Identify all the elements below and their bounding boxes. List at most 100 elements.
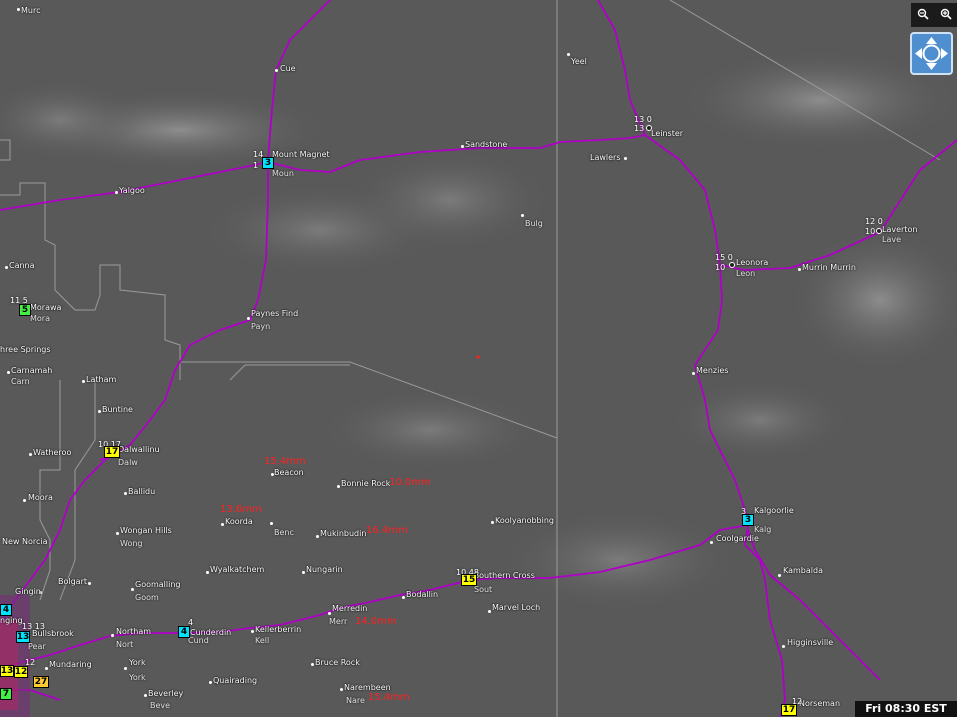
- town-label: Yalgoo: [119, 186, 145, 195]
- town-label: Murc: [21, 6, 41, 15]
- town-abbr: Goom: [135, 593, 159, 602]
- cloud-band: [350, 150, 550, 250]
- station-badge[interactable]: 3: [262, 157, 274, 169]
- town-label: Paynes Find: [251, 309, 299, 318]
- town-abbr: Mora: [30, 314, 50, 323]
- town-label: Southern Cross: [474, 571, 535, 580]
- station-badge[interactable]: 5: [19, 304, 31, 316]
- timestamp-label: Fri 08:30 EST: [855, 701, 957, 717]
- station-badge[interactable]: 15: [461, 574, 477, 586]
- town-label: Beverley: [148, 689, 184, 698]
- zoom-controls: [911, 3, 957, 27]
- town-abbr: York: [129, 673, 146, 682]
- town-abbr: Cund: [188, 636, 209, 645]
- town-label: Sandstone: [465, 140, 508, 149]
- station-badge[interactable]: 13: [16, 631, 30, 643]
- town-label: Kambalda: [783, 566, 823, 575]
- town-label: York: [129, 658, 146, 667]
- station-value: 13: [634, 124, 645, 133]
- town-label: Koolyanobbing: [495, 516, 554, 525]
- pan-arrows-icon: [915, 37, 948, 70]
- rainfall-reading: 15.4mm: [368, 692, 410, 703]
- station-value: 10: [865, 227, 876, 236]
- town-label: Goomalling: [135, 580, 181, 589]
- town-label: Canna: [9, 261, 35, 270]
- rainfall-reading: 16.4mm: [366, 525, 408, 536]
- station-marker[interactable]: [646, 125, 652, 131]
- station-badge[interactable]: 13: [0, 665, 14, 677]
- town-label: Gingin: [15, 587, 41, 596]
- station-badge[interactable]: 27: [33, 676, 49, 688]
- town-label: Marvel Loch: [492, 603, 541, 612]
- town-abbr: Wong: [120, 539, 143, 548]
- town-abbr: Bulg: [525, 219, 543, 228]
- station-marker[interactable]: [876, 228, 882, 234]
- town-label: Latham: [86, 375, 117, 384]
- town-label: Yeel: [571, 57, 587, 66]
- station-value: 15 0: [715, 253, 733, 262]
- station-value: 13 0: [634, 115, 652, 124]
- town-abbr: Leon: [736, 269, 756, 278]
- station-badge[interactable]: 4: [0, 604, 12, 616]
- town-label: Leinster: [651, 129, 684, 138]
- station-badge[interactable]: 3: [742, 514, 754, 526]
- town-label: hree Springs: [0, 345, 51, 354]
- zoom-in-icon[interactable]: [940, 8, 952, 23]
- town-label: Kellerberrin: [255, 625, 302, 634]
- station-badge[interactable]: 7: [0, 688, 12, 700]
- town-abbr: Nort: [116, 640, 134, 649]
- cloud-band: [670, 380, 850, 460]
- town-label: Leonora: [736, 258, 769, 267]
- town-label: Northam: [116, 627, 152, 636]
- marker-dot: [476, 355, 480, 359]
- satellite-map[interactable]: [0, 0, 957, 717]
- station-badge[interactable]: 17: [104, 446, 120, 458]
- town-label: Wyalkatchem: [210, 565, 265, 574]
- town-label: New Norcia: [2, 537, 48, 546]
- station-value: 13 13: [22, 622, 45, 631]
- station-badge[interactable]: 17: [781, 704, 797, 716]
- town-label: Laverton: [882, 225, 918, 234]
- town-abbr: Payn: [251, 322, 271, 331]
- pan-control-button[interactable]: [910, 32, 953, 75]
- town-abbr: Carn: [11, 377, 30, 386]
- town-label: Bruce Rock: [315, 658, 360, 667]
- town-abbr: Sout: [474, 585, 493, 594]
- town-label: Morawa: [30, 303, 62, 312]
- town-label: Murrin Murrin: [802, 263, 856, 272]
- town-label: Bolgart: [58, 577, 88, 586]
- town-abbr: Beve: [150, 701, 171, 710]
- town-label: Merredin: [332, 604, 368, 613]
- town-label: Dalwallinu: [118, 445, 160, 454]
- town-label: Kalgoorlie: [754, 506, 794, 515]
- town-abbr: Nare: [346, 696, 365, 705]
- station-value: 10: [715, 263, 726, 272]
- rainfall-reading: 15.4mm: [264, 456, 306, 467]
- town-label: Ballidu: [128, 487, 156, 496]
- town-label: Bonnie Rock: [341, 479, 391, 488]
- station-badge[interactable]: 4: [178, 626, 190, 638]
- town-label: nging: [0, 616, 23, 625]
- town-abbr: Moun: [272, 169, 294, 178]
- town-label: Mount Magnet: [272, 150, 330, 159]
- town-label: Moora: [28, 493, 53, 502]
- town-label: Koorda: [225, 517, 253, 526]
- town-label: Wongan Hills: [120, 526, 172, 535]
- station-value: 12 0: [865, 217, 883, 226]
- town-label: Mundaring: [49, 660, 92, 669]
- town-label: Bodallin: [406, 590, 439, 599]
- town-label: Watheroo: [33, 448, 72, 457]
- station-badge[interactable]: 12: [14, 666, 28, 678]
- zoom-out-icon[interactable]: [917, 8, 929, 23]
- town-abbr: Kell: [255, 636, 270, 645]
- town-label: Nungarin: [306, 565, 343, 574]
- town-label: Norseman: [799, 699, 841, 708]
- town-abbr: Benc: [274, 528, 294, 537]
- town-label: Lawlers: [590, 153, 621, 162]
- town-abbr: Pear: [28, 642, 46, 651]
- town-abbr: Dalw: [118, 458, 138, 467]
- town-abbr: Merr: [329, 617, 348, 626]
- town-label: Cue: [280, 64, 296, 73]
- station-value: 1: [253, 161, 259, 170]
- station-marker[interactable]: [729, 262, 735, 268]
